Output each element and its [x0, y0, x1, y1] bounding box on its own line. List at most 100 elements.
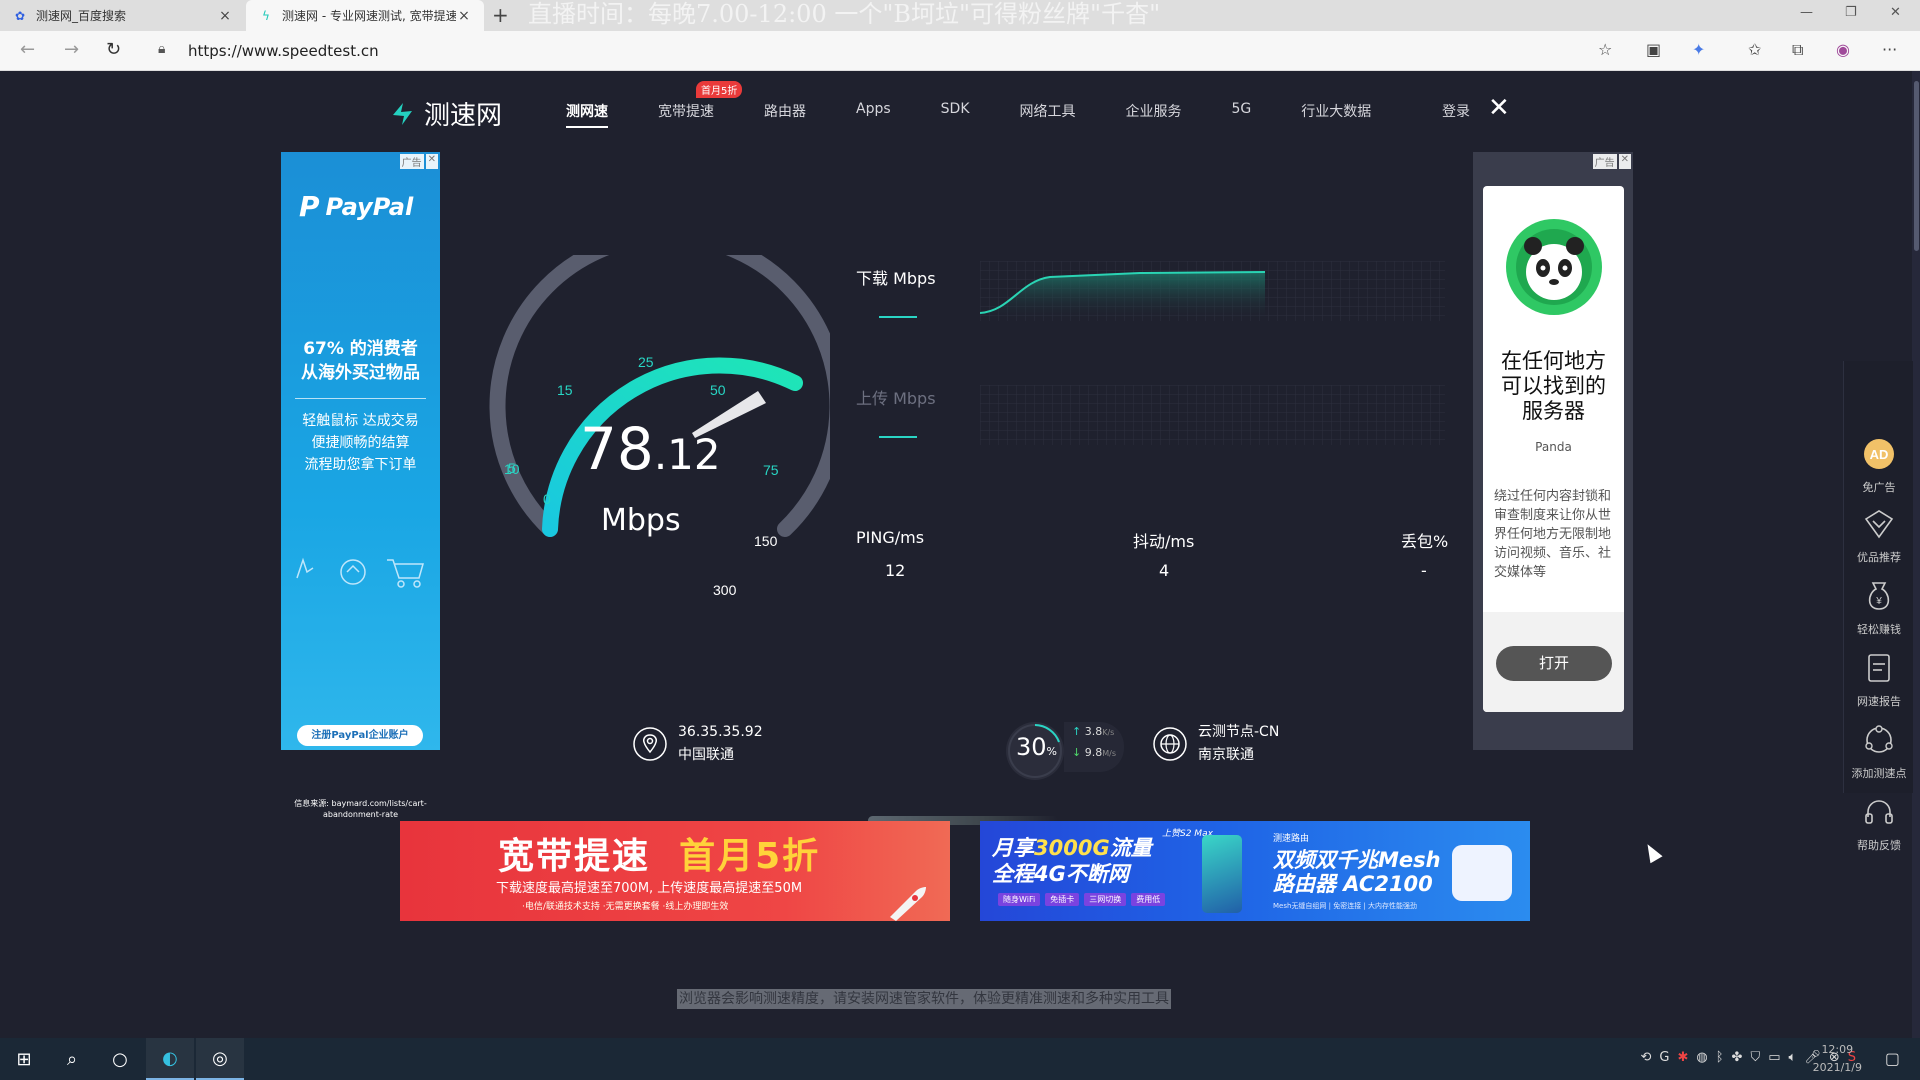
sidebar-item-recommend[interactable]: 优品推荐 — [1844, 507, 1914, 565]
search-icon[interactable]: ⌕ — [48, 1038, 96, 1080]
new-tab-button[interactable]: + — [492, 3, 509, 27]
money-icon: ¥ — [1868, 582, 1890, 610]
sidebar-item-report[interactable]: 网速报告 — [1844, 651, 1914, 709]
close-tab-icon[interactable]: × — [456, 8, 472, 24]
tray-app-icon[interactable]: ◍ — [1696, 1050, 1707, 1065]
recommend-icon — [1864, 510, 1894, 539]
forward-icon[interactable]: → — [64, 39, 79, 60]
refresh-icon[interactable]: ↻ — [106, 39, 121, 60]
sidebar-item-label: 优品推荐 — [1857, 551, 1901, 564]
volume-icon[interactable]: 🔈︎ — [1789, 1050, 1797, 1065]
nav-5g[interactable]: 5G — [1232, 101, 1252, 121]
nav-network-tools[interactable]: 网络工具 — [1020, 101, 1076, 121]
nav-big-data[interactable]: 行业大数据 — [1301, 101, 1371, 121]
ad-body-line: 流程助您拿下订单 — [304, 457, 417, 473]
panda-ad[interactable]: 广告 ✕ 在任何地方 可以找到的 服务器 Panda 绕过任何内容封锁和审查制度来… — [1473, 152, 1633, 750]
upload-graph — [980, 385, 1445, 445]
ad-close-icon[interactable]: ✕ — [425, 154, 438, 169]
tab-strip: ✿ 测速网_百度搜索 × ϟ 测速网 - 专业网速测试, 宽带提速 × + 直播… — [0, 0, 1920, 31]
nav-sdk[interactable]: SDK — [941, 101, 970, 121]
paypal-ad[interactable]: 广告 ✕ P PayPal 67% 的消费者 从海外买过物品 轻触鼠标 达成交易 … — [281, 152, 440, 819]
tray-g-icon[interactable]: G — [1659, 1050, 1669, 1065]
tab-speedtest[interactable]: ϟ 测速网 - 专业网速测试, 宽带提速 × — [246, 0, 484, 31]
window-close-icon[interactable]: ✕ — [1890, 5, 1901, 20]
router-image — [1452, 845, 1512, 901]
server-info[interactable]: 云测节点-CN 南京联通 — [1198, 721, 1279, 767]
feature-tag: 免插卡 — [1045, 893, 1080, 906]
notification-icon[interactable]: ▢ — [1885, 1049, 1900, 1068]
address-bar-row: ← → ↻ 🔒︎ https://www.speedtest.cn ☆ ▣ ✦ … — [0, 31, 1920, 71]
taskbar-clock[interactable]: 12:09 2021/1/9 — [1813, 1041, 1862, 1077]
gauge-track — [489, 255, 830, 537]
tray-star-icon[interactable]: ✱ — [1677, 1050, 1688, 1065]
tray-app-icon[interactable]: ✤ — [1732, 1050, 1743, 1065]
upload-arrow-icon: ↑ — [1072, 725, 1082, 738]
rocket-icon — [890, 887, 926, 921]
cortana-icon[interactable]: ○ — [96, 1038, 144, 1080]
speedtest-logo-icon: ϟ — [262, 8, 270, 23]
client-ip: 36.35.35.92 — [678, 724, 763, 740]
login-link[interactable]: 登录 — [1442, 101, 1470, 121]
client-isp: 中国联通 — [678, 747, 734, 763]
broadband-banner[interactable]: 宽带提速 首月5折 下载速度最高提速至700M, 上传速度最高提速至50M ·电… — [400, 821, 950, 921]
headline-part: 月享 — [992, 836, 1034, 860]
sidebar-item-earn[interactable]: ¥ 轻松赚钱 — [1844, 579, 1914, 637]
jitter-label: 抖动/ms — [1133, 532, 1195, 551]
favorites-list-icon[interactable]: ✩ — [1748, 40, 1761, 59]
scrollbar-thumb[interactable] — [1914, 81, 1919, 251]
edge-browser-icon[interactable]: ◐ — [146, 1038, 194, 1080]
sidebar-item-help[interactable]: 帮助反馈 — [1844, 795, 1914, 853]
windows-start-icon[interactable]: ⊞ — [0, 1038, 48, 1080]
upload-indicator — [879, 436, 917, 438]
ad-tag: 广告 ✕ — [1592, 154, 1631, 169]
profile-avatar[interactable]: ◉ — [1836, 40, 1850, 59]
ad-open-button[interactable]: 打开 — [1496, 646, 1612, 681]
nav-label: 宽带提速 — [658, 104, 714, 120]
sidebar-item-add-node[interactable]: 添加测速点 — [1844, 723, 1914, 781]
paypal-signup-button[interactable]: 注册PayPal企业账户 — [297, 725, 423, 746]
obs-icon[interactable]: ◎ — [196, 1038, 244, 1080]
upload-label: 上传 Mbps — [856, 389, 936, 408]
nav-enterprise[interactable]: 企业服务 — [1126, 101, 1182, 121]
download-rate-unit: M/s — [1102, 749, 1116, 758]
ad-headline: 67% 的消费者 从海外买过物品 — [281, 337, 440, 385]
nav-speed-test[interactable]: 测网速 — [566, 101, 608, 128]
ping-value: 12 — [885, 561, 906, 580]
server-name: 云测节点-CN — [1198, 724, 1280, 740]
close-tab-icon[interactable]: × — [217, 8, 233, 24]
more-menu-icon[interactable]: ··· — [1882, 40, 1897, 59]
ad-label: 广告 — [399, 154, 424, 169]
tab-title: 测速网_百度搜索 — [36, 9, 127, 23]
minimize-icon[interactable]: — — [1800, 5, 1813, 20]
nav-router[interactable]: 路由器 — [764, 101, 806, 121]
report-icon — [1868, 654, 1890, 682]
feature-tag: 随身WiFi — [998, 893, 1041, 906]
tab-baidu[interactable]: ✿ 测速网_百度搜索 × — [0, 0, 245, 31]
restore-icon[interactable]: ❐ — [1845, 5, 1857, 20]
close-icon[interactable]: ✕ — [1488, 93, 1510, 123]
collections-icon[interactable]: ⧉ — [1792, 40, 1803, 60]
nav-broadband-boost[interactable]: 宽带提速 首月5折 — [658, 81, 743, 121]
url-field[interactable]: https://www.speedtest.cn — [188, 42, 379, 60]
extension-bird-icon[interactable]: ✦ — [1692, 40, 1705, 59]
baidu-paw-icon: ✿ — [14, 8, 26, 23]
router-headline: 双频双千兆Mesh 路由器 AC2100 — [1273, 848, 1441, 896]
network-icon[interactable]: ▭ — [1768, 1050, 1780, 1065]
back-icon[interactable]: ← — [20, 39, 35, 60]
router-banner[interactable]: 月享3000G流量 全程4G不断网 随身WiFi 免插卡 三网切换 费用低 上赞… — [980, 821, 1530, 921]
extension-icon[interactable]: ▣ — [1646, 40, 1661, 59]
live-rates: ↑ 3.8K/s ↓ 9.8M/s — [1064, 722, 1124, 772]
tray-link-icon[interactable]: ⟲ — [1640, 1050, 1651, 1065]
ad-close-icon[interactable]: ✕ — [1618, 154, 1631, 169]
nav-apps[interactable]: Apps — [856, 101, 891, 121]
bluetooth-icon[interactable]: ᛒ — [1716, 1050, 1724, 1065]
packet-loss-value: - — [1421, 561, 1427, 580]
tick-label: 15 — [557, 382, 573, 398]
site-logo[interactable]: 测速网 — [388, 95, 502, 132]
ad-body-line: 便捷顺畅的结算 — [311, 435, 410, 451]
shield-icon[interactable]: ⛉ — [1750, 1050, 1760, 1065]
favorite-star-icon[interactable]: ☆ — [1598, 40, 1612, 59]
sidebar-item-no-ads[interactable]: AD 免广告 — [1844, 437, 1914, 495]
location-pin-icon — [633, 727, 667, 761]
device-image — [1202, 835, 1242, 913]
